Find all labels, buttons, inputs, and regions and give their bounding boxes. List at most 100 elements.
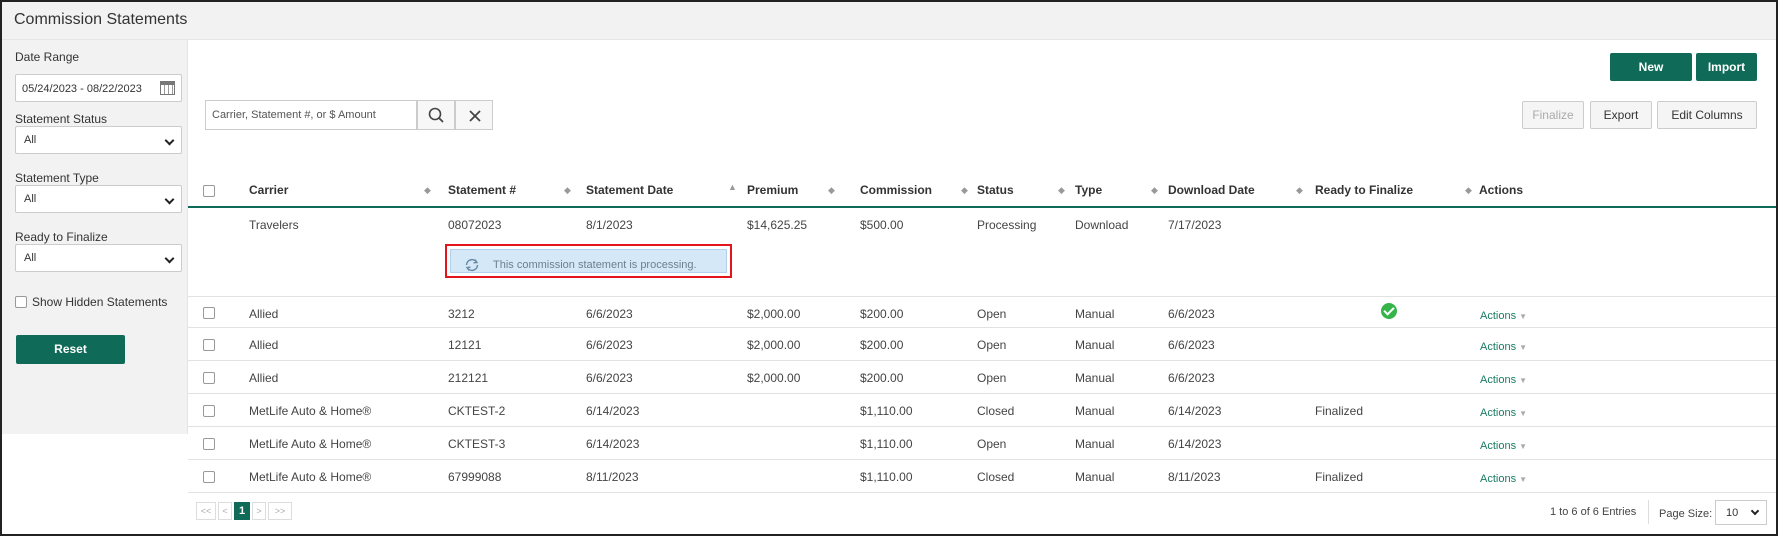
- column-header-ready-to-finalize[interactable]: Ready to Finalize: [1315, 183, 1413, 197]
- calendar-icon[interactable]: [160, 81, 175, 95]
- actions-link[interactable]: Actions: [1480, 374, 1516, 386]
- processing-message: This commission statement is processing.: [493, 259, 697, 271]
- filter-sidebar: Date Range 05/24/2023 - 08/22/2023 State…: [2, 40, 188, 434]
- column-header-carrier[interactable]: Carrier: [249, 183, 288, 197]
- finalize-button[interactable]: Finalize: [1522, 101, 1584, 129]
- page-title: Commission Statements: [14, 11, 188, 28]
- processing-notice-body: This commission statement is processing.: [450, 249, 727, 273]
- cell-download-date: 6/6/2023: [1168, 371, 1215, 385]
- actions-menu[interactable]: Actions ▼: [1480, 308, 1527, 322]
- actions-link[interactable]: Actions: [1480, 473, 1516, 485]
- statement-type-select[interactable]: All: [15, 185, 182, 213]
- table-row: MetLife Auto & Home® CKTEST-2 6/14/2023 …: [188, 395, 1776, 427]
- cell-download-date: 6/14/2023: [1168, 437, 1222, 451]
- new-button[interactable]: New: [1610, 53, 1692, 81]
- date-range-input[interactable]: 05/24/2023 - 08/22/2023: [15, 74, 182, 102]
- column-header-commission[interactable]: Commission: [860, 183, 932, 197]
- first-page-button[interactable]: <<: [196, 502, 216, 520]
- cell-commission: $500.00: [860, 218, 904, 232]
- caret-down-icon[interactable]: ▼: [1519, 475, 1527, 484]
- actions-menu[interactable]: Actions ▼: [1480, 471, 1527, 485]
- cell-statement-date: 8/11/2023: [586, 470, 639, 484]
- cell-statement: 3212: [448, 307, 475, 321]
- edit-columns-button[interactable]: Edit Columns: [1657, 101, 1757, 129]
- actions-menu[interactable]: Actions ▼: [1480, 405, 1527, 419]
- ready-to-finalize-label: Ready to Finalize: [15, 230, 108, 244]
- search-button[interactable]: [417, 100, 455, 130]
- cell-statement: 12121: [448, 338, 482, 352]
- cell-commission: $200.00: [860, 338, 904, 352]
- sort-icon[interactable]: ◆: [1296, 185, 1303, 196]
- table-row: Allied 212121 6/6/2023 $2,000.00 $200.00…: [188, 362, 1776, 394]
- show-hidden-checkbox[interactable]: [15, 296, 27, 308]
- actions-link[interactable]: Actions: [1480, 407, 1516, 419]
- page-size-select[interactable]: 10: [1715, 500, 1767, 525]
- caret-down-icon[interactable]: ▼: [1519, 312, 1527, 321]
- column-header-type[interactable]: Type: [1075, 183, 1102, 197]
- statement-type-label: Statement Type: [15, 171, 99, 185]
- divider: [1648, 500, 1649, 524]
- row-checkbox[interactable]: [203, 339, 215, 351]
- cell-commission: $1,110.00: [860, 470, 913, 484]
- column-header-statement[interactable]: Statement #: [448, 183, 516, 197]
- actions-menu[interactable]: Actions ▼: [1480, 438, 1527, 452]
- caret-down-icon[interactable]: ▼: [1519, 343, 1527, 352]
- cell-carrier: MetLife Auto & Home®: [249, 437, 372, 451]
- actions-link[interactable]: Actions: [1480, 341, 1516, 353]
- sort-icon[interactable]: ◆: [564, 185, 571, 196]
- statement-status-select[interactable]: All: [15, 126, 182, 154]
- caret-down-icon[interactable]: ▼: [1519, 442, 1527, 451]
- row-checkbox[interactable]: [203, 405, 215, 417]
- actions-menu[interactable]: Actions ▼: [1480, 372, 1527, 386]
- actions-link[interactable]: Actions: [1480, 440, 1516, 452]
- actions-menu[interactable]: Actions ▼: [1480, 339, 1527, 353]
- sort-ascending-icon[interactable]: ▲: [728, 182, 737, 192]
- sort-icon[interactable]: ◆: [1151, 185, 1158, 196]
- sort-icon[interactable]: ◆: [424, 185, 431, 196]
- clear-search-button[interactable]: [455, 100, 493, 130]
- sort-icon[interactable]: ◆: [1465, 185, 1472, 196]
- sort-icon[interactable]: ◆: [1058, 185, 1065, 196]
- row-checkbox[interactable]: [203, 307, 215, 319]
- ready-to-finalize-select[interactable]: All: [15, 244, 182, 272]
- title-bar: Commission Statements: [2, 2, 1776, 40]
- cell-carrier: Allied: [249, 307, 279, 321]
- sort-icon[interactable]: ◆: [828, 185, 835, 196]
- last-page-button[interactable]: >>: [268, 502, 292, 520]
- row-checkbox[interactable]: [203, 372, 215, 384]
- row-checkbox[interactable]: [203, 471, 215, 483]
- column-header-status[interactable]: Status: [977, 183, 1014, 197]
- column-header-statement-date[interactable]: Statement Date: [586, 183, 673, 197]
- search-input[interactable]: [205, 100, 417, 130]
- caret-down-icon[interactable]: ▼: [1519, 376, 1527, 385]
- actions-link[interactable]: Actions: [1480, 310, 1516, 322]
- row-checkbox[interactable]: [203, 438, 215, 450]
- table-row: Allied 12121 6/6/2023 $2,000.00 $200.00 …: [188, 329, 1776, 361]
- show-hidden-label: Show Hidden Statements: [32, 295, 168, 309]
- cell-status: Open: [977, 437, 1007, 451]
- import-button[interactable]: Import: [1696, 53, 1757, 81]
- cell-ready-to-finalize: Finalized: [1315, 470, 1364, 484]
- processing-notice: This commission statement is processing.: [445, 244, 732, 278]
- column-header-download-date[interactable]: Download Date: [1168, 183, 1255, 197]
- ready-check-icon: [1381, 303, 1397, 319]
- cell-type: Manual: [1075, 404, 1115, 418]
- date-range-value: 05/24/2023 - 08/22/2023: [22, 83, 142, 95]
- select-all-checkbox[interactable]: [203, 185, 215, 197]
- page-1-button[interactable]: 1: [234, 502, 250, 520]
- sort-icon[interactable]: ◆: [961, 185, 968, 196]
- export-button[interactable]: Export: [1590, 101, 1652, 129]
- page-size-value: 10: [1726, 507, 1739, 519]
- caret-down-icon[interactable]: ▼: [1519, 409, 1527, 418]
- next-page-button[interactable]: >: [252, 502, 266, 520]
- cell-download-date: 6/6/2023: [1168, 338, 1215, 352]
- entries-count: 1 to 6 of 6 Entries: [1550, 506, 1637, 518]
- reset-button[interactable]: Reset: [16, 335, 125, 364]
- cell-type: Manual: [1075, 371, 1115, 385]
- search-field[interactable]: [206, 101, 406, 129]
- chevron-down-icon: [1750, 506, 1760, 516]
- column-header-premium[interactable]: Premium: [747, 183, 798, 197]
- app-frame: Commission Statements Date Range 05/24/2…: [0, 0, 1778, 536]
- cell-statement: 08072023: [448, 218, 502, 232]
- prev-page-button[interactable]: <: [218, 502, 232, 520]
